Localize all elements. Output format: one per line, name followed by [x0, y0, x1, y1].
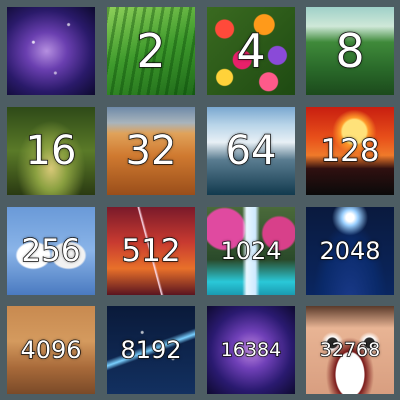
tile-8192: 8192: [107, 306, 195, 394]
tile-value: 128: [320, 132, 381, 170]
tile-512: 512: [107, 207, 195, 295]
tile-2: 2: [107, 7, 195, 95]
tile-value: 16: [25, 127, 77, 175]
tile-1024: 1024: [207, 207, 295, 295]
tile-32: 32: [107, 107, 195, 195]
tile-256: 256: [7, 207, 95, 295]
tile-value: 16384: [220, 338, 282, 362]
tile-4096: 4096: [7, 306, 95, 394]
tile-2048: 2048: [306, 207, 394, 295]
tile-value: 4: [236, 23, 267, 79]
tile-value: 256: [21, 232, 82, 270]
tile-32768: 32768: [306, 306, 394, 394]
tile-128: 128: [306, 107, 394, 195]
tile-galaxy: [7, 7, 95, 95]
tile-value: 2048: [319, 236, 382, 266]
tile-value: 2: [136, 23, 167, 79]
tile-value: 512: [121, 232, 182, 270]
tile-16: 16: [7, 107, 95, 195]
tile-16384: 16384: [207, 306, 295, 394]
tile-value: 64: [225, 127, 277, 175]
tile-64: 64: [207, 107, 295, 195]
tile-value: 32768: [319, 338, 381, 362]
tile-8: 8: [306, 7, 394, 95]
game-board: 2 4 8 16 32 64 128 256 512 1024 2048 409…: [0, 0, 400, 400]
tile-value: 1024: [220, 236, 283, 266]
tile-value: [7, 7, 95, 95]
tile-value: 4096: [20, 335, 83, 365]
tile-4: 4: [207, 7, 295, 95]
tile-value: 32: [125, 127, 177, 175]
tile-value: 8: [335, 23, 366, 79]
tile-value: 8192: [120, 335, 183, 365]
